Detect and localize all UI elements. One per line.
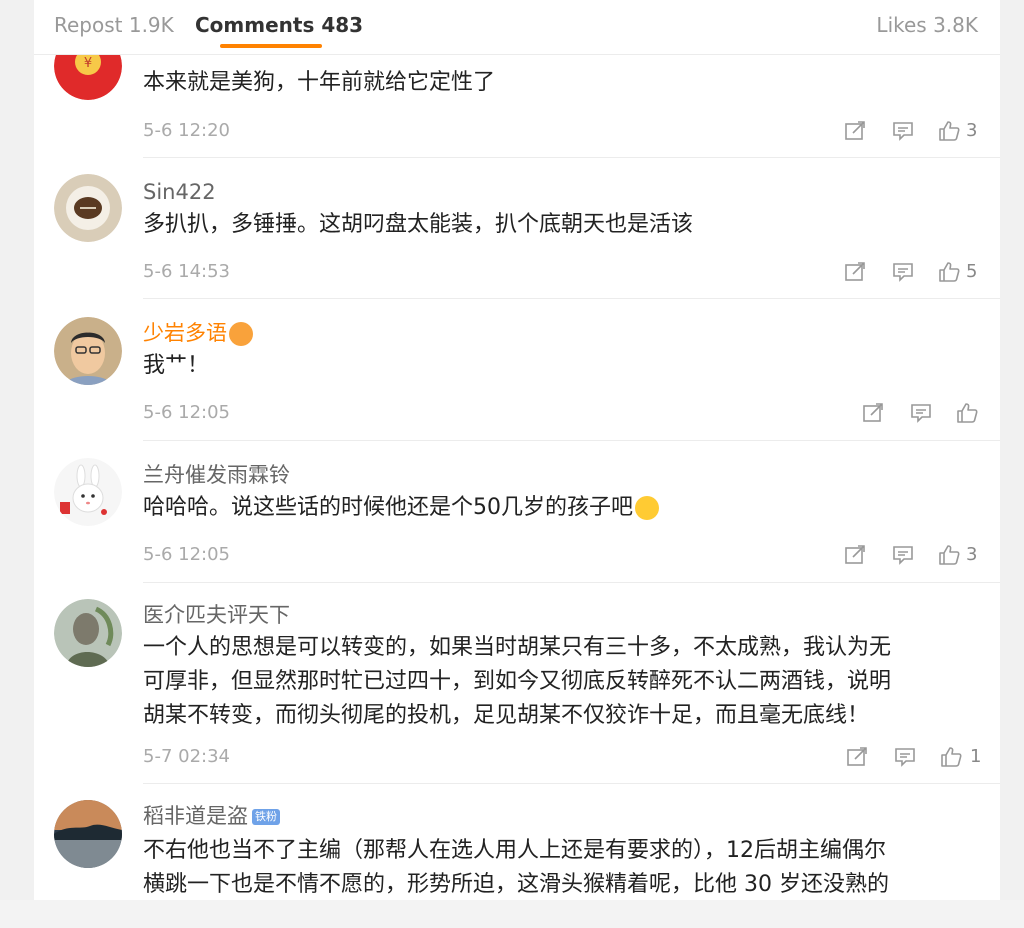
like-icon[interactable]	[938, 261, 960, 283]
vip-emoji-icon	[229, 322, 253, 346]
comment-time: 5-6 14:53	[143, 261, 230, 282]
comment-item: 少岩多语 我艹！ 5-6 12:05	[34, 299, 1000, 441]
comment-text-line: 胡某不转变，而彻头彻尾的投机，足见胡某不仅狡诈十足，而且毫无底线！	[143, 703, 870, 728]
comment-item: 兰舟催发雨霖铃 哈哈哈。说这些话的时候他还是个50几岁的孩子吧 5-6 12:0…	[34, 441, 1000, 583]
like-icon[interactable]	[956, 402, 978, 424]
avatar[interactable]	[54, 800, 122, 868]
share-icon[interactable]	[844, 261, 866, 283]
person-avatar-icon	[54, 317, 122, 385]
comment-icon[interactable]	[894, 746, 916, 768]
comment-text-line: 一个人的思想是可以转变的，如果当时胡某只有三十多，不太成熟，我认为无	[143, 635, 892, 660]
avatar[interactable]	[54, 599, 122, 667]
comments-panel: Repost 1.9K Comments 483 Likes 3.8K ¥ 本来…	[34, 0, 1000, 900]
comment-actions: 5	[840, 261, 990, 285]
active-tab-indicator	[220, 44, 322, 48]
comment-icon[interactable]	[892, 261, 914, 283]
like-count: 3	[966, 120, 978, 141]
share-icon[interactable]	[862, 402, 884, 424]
comment-time: 5-6 12:05	[143, 402, 230, 423]
avatar[interactable]	[54, 174, 122, 242]
share-icon[interactable]	[846, 746, 868, 768]
username[interactable]: 医介匹夫评天下	[143, 601, 290, 629]
fan-badge: 铁粉	[252, 809, 280, 825]
comment-time: 5-7 02:34	[143, 746, 230, 767]
laughing-emoji-icon	[635, 496, 659, 520]
tab-comments[interactable]: Comments 483	[195, 12, 363, 38]
coffee-avatar-icon	[54, 174, 122, 242]
like-icon[interactable]	[938, 120, 960, 142]
comment-item: Sin422 多扒扒，多锤捶。这胡叼盘太能装，扒个底朝天也是活该 5-6 14:…	[34, 158, 1000, 299]
username[interactable]: 兰舟催发雨霖铃	[143, 461, 290, 489]
comment-text-line: 横跳一下也是不情不愿的，形势所迫，这滑头猴精着呢，比他 30 岁还没熟的	[143, 872, 889, 897]
share-icon[interactable]	[844, 120, 866, 142]
comment-item: 稻非道是盗 铁粉 不右他也当不了主编（那帮人在选人用人上还是有要求的），12后胡主…	[34, 784, 1000, 900]
tab-repost[interactable]: Repost 1.9K	[54, 12, 174, 38]
comment-actions	[860, 402, 990, 426]
rabbit-avatar-icon	[54, 458, 122, 526]
share-icon[interactable]	[844, 544, 866, 566]
comment-item: 医介匹夫评天下 一个人的思想是可以转变的，如果当时胡某只有三十多，不太成熟，我认…	[34, 583, 1000, 784]
tab-likes[interactable]: Likes 3.8K	[876, 12, 978, 38]
username-text: 少岩多语	[143, 321, 227, 345]
svg-text:¥: ¥	[84, 56, 92, 71]
username[interactable]: 少岩多语	[143, 319, 253, 347]
like-count: 5	[966, 261, 978, 282]
comment-text: 多扒扒，多锤捶。这胡叼盘太能装，扒个底朝天也是活该	[143, 212, 694, 237]
statue-avatar-icon	[54, 599, 122, 667]
like-icon[interactable]	[940, 746, 962, 768]
comment-text-line: 可厚非，但显然那时牤已过四十，到如今又彻底反转醉死不认二两酒钱，说明	[143, 669, 892, 694]
comment-text: 我艹！	[143, 353, 210, 378]
landscape-avatar-icon	[54, 800, 122, 868]
tab-bar: Repost 1.9K Comments 483 Likes 3.8K	[34, 0, 1000, 55]
comment-icon[interactable]	[892, 544, 914, 566]
comment-icon[interactable]	[892, 120, 914, 142]
username[interactable]: Sin422	[143, 178, 216, 206]
comment-text-content: 哈哈哈。说这些话的时候他还是个50几岁的孩子吧	[143, 495, 633, 520]
avatar[interactable]	[54, 317, 122, 385]
username[interactable]: 稻非道是盗 铁粉	[143, 802, 280, 830]
comment-time: 5-6 12:05	[143, 544, 230, 565]
bottom-bar	[0, 900, 1024, 928]
comment-text-line: 不右他也当不了主编（那帮人在选人用人上还是有要求的），12后胡主编偶尔	[143, 838, 886, 863]
comment-actions: 3	[840, 120, 990, 144]
comment-actions: 1	[844, 746, 994, 770]
comment-actions: 3	[840, 544, 990, 568]
comment-text: 哈哈哈。说这些话的时候他还是个50几岁的孩子吧	[143, 491, 983, 524]
comment-text: 本来就是美狗，十年前就给它定性了	[143, 70, 496, 95]
comment-icon[interactable]	[910, 402, 932, 424]
avatar[interactable]	[54, 458, 122, 526]
like-count: 1	[970, 746, 982, 767]
username-text: 稻非道是盗	[143, 804, 248, 828]
like-count: 3	[966, 544, 978, 565]
like-icon[interactable]	[938, 544, 960, 566]
comment-time: 5-6 12:20	[143, 120, 230, 141]
